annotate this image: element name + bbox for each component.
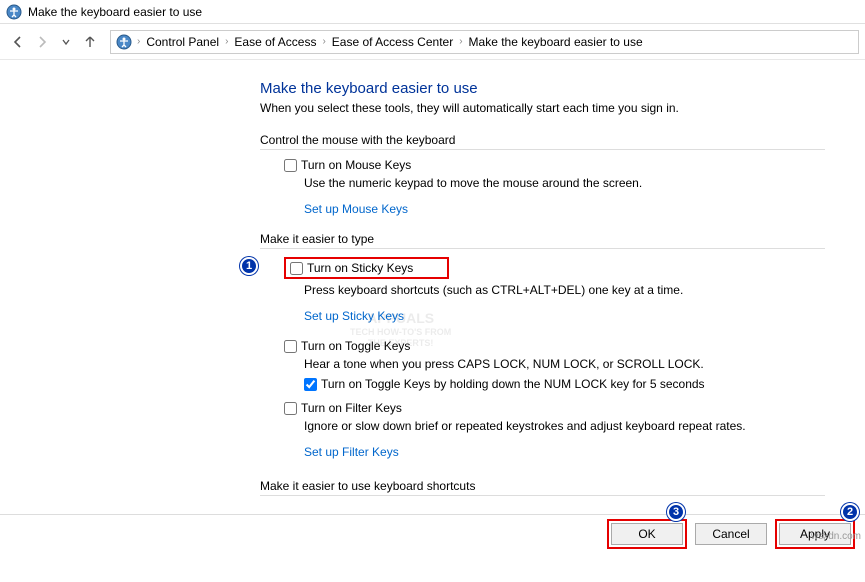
page-heading: Make the keyboard easier to use [260, 80, 825, 97]
toggle-keys-label: Turn on Toggle Keys [301, 339, 410, 353]
toggle-keys-numlock-label: Turn on Toggle Keys by holding down the … [321, 377, 705, 391]
cancel-button[interactable]: Cancel [695, 523, 767, 545]
window-title: Make the keyboard easier to use [28, 5, 202, 19]
mouse-keys-label: Turn on Mouse Keys [301, 158, 411, 172]
up-button[interactable] [78, 30, 102, 54]
chevron-right-icon[interactable]: › [223, 36, 230, 47]
sticky-keys-desc: Press keyboard shortcuts (such as CTRL+A… [304, 283, 825, 297]
setup-filter-keys-link[interactable]: Set up Filter Keys [304, 445, 399, 459]
ok-button[interactable]: OK [611, 523, 683, 545]
source-watermark: wsxdn.com [811, 531, 861, 542]
filter-keys-input[interactable] [284, 402, 297, 415]
annotation-highlight-ok: OK [607, 519, 687, 549]
main-content: APPUALS TECH HOW-TO'S FROM THE EXPERTS! … [0, 60, 865, 514]
sticky-keys-checkbox[interactable]: Turn on Sticky Keys [290, 261, 443, 275]
annotation-badge-2: 2 [841, 503, 859, 521]
forward-button[interactable] [30, 30, 54, 54]
section-header-shortcuts: Make it easier to use keyboard shortcuts [260, 479, 825, 496]
filter-keys-checkbox[interactable]: Turn on Filter Keys [284, 401, 825, 415]
breadcrumb-ease-of-access[interactable]: Ease of Access [230, 35, 320, 49]
ease-of-access-icon [115, 33, 133, 51]
mouse-keys-checkbox[interactable]: Turn on Mouse Keys [284, 158, 825, 172]
breadcrumb-current: Make the keyboard easier to use [465, 35, 647, 49]
navigation-bar: › Control Panel › Ease of Access › Ease … [0, 24, 865, 60]
toggle-keys-desc: Hear a tone when you press CAPS LOCK, NU… [304, 357, 825, 371]
setup-sticky-keys-link[interactable]: Set up Sticky Keys [304, 309, 404, 323]
breadcrumb[interactable]: › Control Panel › Ease of Access › Ease … [110, 30, 859, 54]
filter-keys-label: Turn on Filter Keys [301, 401, 402, 415]
annotation-highlight-sticky: Turn on Sticky Keys [284, 257, 449, 279]
annotation-badge-1: 1 [240, 257, 258, 275]
section-header-mouse: Control the mouse with the keyboard [260, 133, 825, 150]
button-bar: 3 OK Cancel 2 Apply [0, 514, 865, 552]
mouse-keys-desc: Use the numeric keypad to move the mouse… [304, 176, 825, 190]
toggle-keys-numlock-checkbox[interactable]: Turn on Toggle Keys by holding down the … [304, 377, 825, 391]
ease-of-access-icon [6, 4, 22, 20]
annotation-badge-3: 3 [667, 503, 685, 521]
section-header-type: Make it easier to type [260, 232, 825, 249]
page-subheading: When you select these tools, they will a… [260, 101, 825, 115]
filter-keys-desc: Ignore or slow down brief or repeated ke… [304, 419, 825, 433]
sticky-keys-input[interactable] [290, 262, 303, 275]
breadcrumb-control-panel[interactable]: Control Panel [142, 35, 223, 49]
back-button[interactable] [6, 30, 30, 54]
toggle-keys-input[interactable] [284, 340, 297, 353]
chevron-right-icon[interactable]: › [320, 36, 327, 47]
toggle-keys-numlock-input[interactable] [304, 378, 317, 391]
chevron-right-icon[interactable]: › [457, 36, 464, 47]
mouse-keys-input[interactable] [284, 159, 297, 172]
breadcrumb-ease-of-access-center[interactable]: Ease of Access Center [328, 35, 457, 49]
sticky-keys-label: Turn on Sticky Keys [307, 261, 413, 275]
window-titlebar: Make the keyboard easier to use [0, 0, 865, 24]
chevron-right-icon[interactable]: › [135, 36, 142, 47]
toggle-keys-checkbox[interactable]: Turn on Toggle Keys [284, 339, 825, 353]
setup-mouse-keys-link[interactable]: Set up Mouse Keys [304, 202, 408, 216]
recent-dropdown[interactable] [54, 30, 78, 54]
